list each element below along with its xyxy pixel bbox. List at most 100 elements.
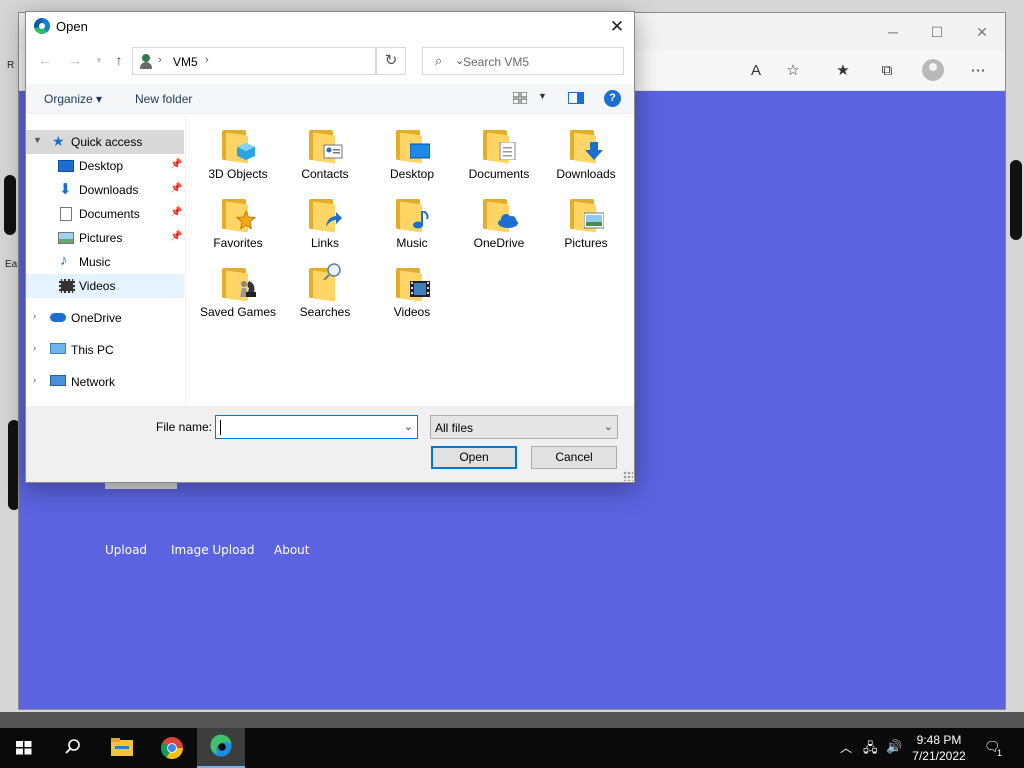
breadcrumb[interactable]: VM5 [173, 55, 198, 69]
up-arrow-icon[interactable]: ↑ [110, 50, 128, 70]
recent-locations-icon[interactable]: ▾ [90, 50, 108, 70]
organize-button[interactable]: Organize ▾ [44, 92, 102, 106]
document-icon [60, 207, 72, 221]
address-bar[interactable]: › VM5 › ⌄ [132, 47, 464, 75]
tree-item-network[interactable]: › Network [26, 370, 184, 394]
folder-item-downloads[interactable]: Downloads [544, 122, 628, 190]
edge-logo-icon [34, 18, 50, 34]
folder-item-favorites[interactable]: Favorites [196, 191, 280, 259]
download-arrow-icon: ⬇ [59, 181, 72, 198]
profile-avatar[interactable] [922, 59, 944, 81]
folder-item-pictures[interactable]: Pictures [544, 191, 628, 259]
contacts-folder-icon [309, 130, 343, 164]
folder-item-contacts[interactable]: Contacts [283, 122, 367, 190]
nav-link-image-upload[interactable]: Image Upload [171, 543, 254, 557]
folder-item-videos[interactable]: Videos [370, 260, 454, 328]
tree-item-desktop[interactable]: Desktop 📌 [26, 154, 184, 178]
folder-item-documents[interactable]: Documents [457, 122, 541, 190]
minimize-icon[interactable]: ─ [878, 21, 908, 43]
search-icon[interactable] [48, 728, 96, 768]
collapsed-arrow-icon[interactable]: › [33, 311, 43, 321]
chrome-icon[interactable] [148, 728, 196, 768]
close-window-icon[interactable]: ✕ [967, 21, 997, 43]
favorites-folder-icon [222, 199, 256, 233]
wallpaper-shape [1010, 160, 1022, 240]
wallpaper-text: R [7, 60, 15, 71]
dialog-titlebar: Open ✕ [26, 12, 634, 42]
folder-label: Saved Games [199, 305, 277, 319]
tree-item-onedrive[interactable]: › OneDrive [26, 306, 184, 330]
nav-link-upload[interactable]: Upload [105, 543, 147, 557]
network-icon[interactable]: 🖧 [863, 739, 878, 761]
new-folder-button[interactable]: New folder [135, 92, 192, 106]
tree-item-this-pc[interactable]: › This PC [26, 338, 184, 362]
tree-item-label: OneDrive [71, 311, 122, 325]
breadcrumb-separator-icon[interactable]: › [158, 54, 162, 66]
tree-item-label: Desktop [79, 159, 124, 173]
folder-item-onedrive[interactable]: OneDrive [457, 191, 541, 259]
volume-icon[interactable]: 🔊 [886, 739, 902, 755]
folder-label: 3D Objects [208, 167, 268, 181]
tree-item-videos[interactable]: Videos [26, 274, 184, 298]
chevron-down-icon[interactable]: ⌄ [404, 420, 413, 433]
folder-item-desktop[interactable]: Desktop [370, 122, 454, 190]
folder-label: Downloads [556, 167, 616, 181]
file-name-label: File name: [156, 420, 213, 434]
forward-arrow-icon[interactable]: → [66, 50, 84, 70]
edge-icon[interactable] [197, 728, 245, 768]
file-type-select[interactable]: All files ⌄ [430, 415, 618, 439]
breadcrumb-separator-icon[interactable]: › [205, 54, 209, 66]
maximize-icon[interactable]: ☐ [922, 21, 952, 43]
collapsed-arrow-icon[interactable]: › [33, 343, 43, 353]
tree-item-label: This PC [71, 343, 114, 357]
folder-item-links[interactable]: Links [283, 191, 367, 259]
file-explorer-icon[interactable] [98, 728, 146, 768]
taskbar-clock[interactable]: 9:48 PM 7/21/2022 [906, 732, 972, 764]
folder-item-music[interactable]: Music [370, 191, 454, 259]
search-input[interactable]: ⌕ Search VM5 [422, 47, 624, 75]
refresh-icon[interactable]: ↻ [376, 47, 406, 75]
file-name-input[interactable]: ⌄ [215, 415, 418, 439]
clock-date: 7/21/2022 [912, 749, 966, 763]
expanded-arrow-icon[interactable]: ▼ [33, 135, 43, 145]
nav-link-about[interactable]: About [274, 543, 309, 557]
pictures-folder-icon [570, 199, 604, 233]
windows-start-icon[interactable] [0, 728, 48, 768]
dialog-nav-row: ← → ▾ ↑ › VM5 › ⌄ ↻ ⌕ Search VM5 [26, 46, 634, 76]
chevron-down-icon: ⌄ [603, 421, 613, 433]
tree-item-label: Documents [79, 207, 140, 221]
chevron-down-icon[interactable]: ▼ [538, 91, 547, 101]
collapsed-arrow-icon[interactable]: › [33, 375, 43, 385]
searches-folder-icon [309, 263, 343, 302]
tree-item-pictures[interactable]: Pictures 📌 [26, 226, 184, 250]
close-icon[interactable]: ✕ [606, 16, 628, 38]
tree-item-downloads[interactable]: ⬇ Downloads 📌 [26, 178, 184, 202]
add-favorite-icon[interactable]: ☆ [780, 59, 806, 83]
view-options-icon[interactable] [513, 92, 527, 104]
tree-item-music[interactable]: ♪ Music [26, 250, 184, 274]
tree-item-label: Pictures [79, 231, 123, 245]
back-arrow-icon[interactable]: ← [36, 50, 54, 70]
resize-grip-icon[interactable] [623, 471, 633, 481]
tree-item-quick-access[interactable]: ▼ ★ Quick access [26, 130, 184, 154]
pin-icon: 📌 [170, 183, 183, 194]
folder-item-searches[interactable]: Searches [283, 260, 367, 328]
downloads-folder-icon [570, 130, 604, 164]
help-icon[interactable]: ? [604, 90, 621, 107]
folder-label: Pictures [564, 236, 608, 250]
tree-item-documents[interactable]: Documents 📌 [26, 202, 184, 226]
collections-icon[interactable]: ⧉ [874, 59, 900, 83]
more-icon[interactable]: ⋯ [965, 59, 991, 83]
folder-item-saved-games[interactable]: Saved Games [196, 260, 280, 344]
text-caret [220, 420, 221, 435]
cancel-button[interactable]: Cancel [531, 446, 617, 469]
favorites-icon[interactable]: ★ [830, 59, 856, 83]
tree-item-label: Videos [79, 279, 116, 293]
command-bar: Organize ▾ New folder ▼ ? [26, 84, 634, 114]
preview-pane-icon[interactable] [568, 92, 584, 104]
folder-item-3d-objects[interactable]: 3D Objects [196, 122, 280, 190]
read-aloud-icon[interactable]: A [743, 59, 769, 83]
chevron-up-icon[interactable]: ︿ [840, 739, 852, 756]
taskbar: ︿ 🖧 🔊 9:48 PM 7/21/2022 🗨 1 [0, 728, 1024, 768]
open-button[interactable]: Open [431, 446, 517, 469]
